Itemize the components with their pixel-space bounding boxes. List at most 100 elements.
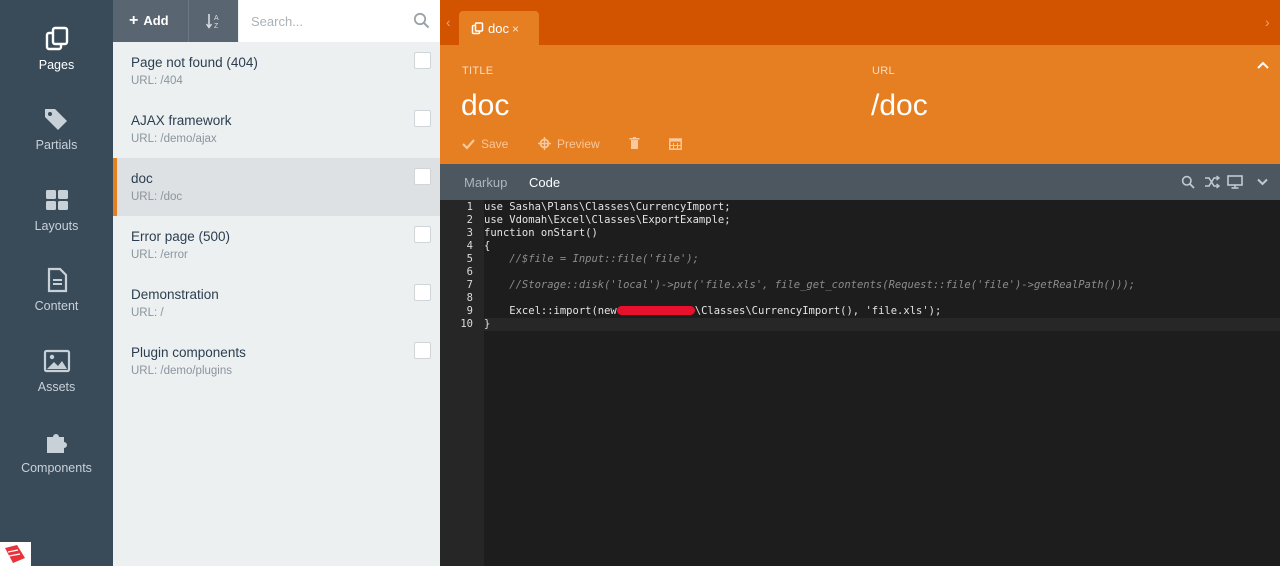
trash-icon bbox=[629, 137, 640, 149]
tab-label: doc bbox=[488, 21, 509, 36]
nav-item-layouts[interactable]: Layouts bbox=[0, 187, 113, 257]
nav-label: Assets bbox=[37, 380, 76, 394]
page-row-active[interactable]: doc URL: /doc bbox=[113, 158, 440, 216]
monitor-icon[interactable] bbox=[1227, 175, 1243, 189]
row-checkbox[interactable] bbox=[414, 168, 431, 185]
page-row[interactable]: Error page (500) URL: /error bbox=[113, 216, 440, 274]
layouts-icon bbox=[45, 190, 68, 210]
calendar-icon bbox=[669, 138, 682, 150]
form-header: TITLE doc URL /doc Save Preview bbox=[440, 45, 1280, 164]
page-url: URL: /demo/ajax bbox=[131, 133, 217, 145]
search-icon[interactable] bbox=[1181, 175, 1195, 189]
line-number-gutter: 1 2 3 4 5 6 7 8 9 10 bbox=[440, 200, 484, 566]
preview-label: Preview bbox=[557, 137, 600, 151]
crosshair-icon bbox=[538, 137, 551, 150]
pages-icon bbox=[45, 26, 68, 51]
title-label: TITLE bbox=[462, 65, 494, 77]
search-icon[interactable] bbox=[413, 12, 430, 29]
code-editor[interactable]: use Sasha\Plans\Classes\CurrencyImport; … bbox=[484, 200, 1280, 566]
line-number: 7 bbox=[466, 279, 473, 291]
code-fragment: Excel::import(new bbox=[484, 305, 617, 317]
save-button[interactable]: Save bbox=[462, 137, 508, 151]
nav-label: Components bbox=[21, 461, 92, 475]
line-number: 10 bbox=[460, 318, 473, 330]
row-checkbox[interactable] bbox=[414, 110, 431, 127]
close-icon[interactable]: × bbox=[512, 22, 519, 36]
document-icon bbox=[47, 267, 67, 293]
nav-label: Pages bbox=[38, 58, 75, 72]
line-number: 1 bbox=[466, 201, 473, 213]
plus-icon: + bbox=[129, 12, 139, 29]
row-checkbox[interactable] bbox=[414, 284, 431, 301]
search-input[interactable] bbox=[239, 0, 409, 42]
page-row[interactable]: Plugin components URL: /demo/plugins bbox=[113, 332, 440, 390]
shuffle-icon[interactable] bbox=[1204, 175, 1220, 189]
chevron-left-icon[interactable]: ‹ bbox=[446, 14, 451, 30]
add-button[interactable]: + Add bbox=[113, 0, 188, 42]
code-line: use Sasha\Plans\Classes\CurrencyImport; bbox=[484, 201, 731, 213]
preview-button[interactable]: Preview bbox=[538, 137, 600, 151]
page-url: URL: /404 bbox=[131, 75, 183, 87]
tab-bar: ‹ › doc × bbox=[440, 0, 1280, 45]
url-field[interactable]: /doc bbox=[871, 89, 928, 123]
page-row[interactable]: Page not found (404) URL: /404 bbox=[113, 42, 440, 100]
nav-label: Layouts bbox=[34, 219, 79, 233]
line-number: 4 bbox=[466, 240, 473, 252]
page-url: URL: /demo/plugins bbox=[131, 365, 232, 377]
code-line: function onStart() bbox=[484, 227, 598, 239]
page-title: Demonstration bbox=[131, 287, 219, 302]
chevron-down-icon[interactable] bbox=[1256, 176, 1269, 188]
nav-item-pages[interactable]: Pages bbox=[0, 26, 113, 96]
url-label: URL bbox=[872, 65, 895, 77]
tab-code[interactable]: Code bbox=[529, 175, 560, 190]
image-icon bbox=[43, 349, 70, 373]
nav-item-components[interactable]: Components bbox=[0, 429, 113, 499]
nav-item-content[interactable]: Content bbox=[0, 267, 113, 337]
nav-label: Partials bbox=[35, 138, 78, 152]
code-line: use Vdomah\Excel\Classes\ExportExample; bbox=[484, 214, 731, 226]
save-label: Save bbox=[481, 137, 509, 151]
chevron-right-icon[interactable]: › bbox=[1265, 14, 1270, 30]
page-title: AJAX framework bbox=[131, 113, 232, 128]
redaction-mark bbox=[616, 306, 695, 315]
page-url: URL: /doc bbox=[131, 191, 183, 203]
page-row[interactable]: AJAX framework URL: /demo/ajax bbox=[113, 100, 440, 158]
line-number: 9 bbox=[466, 305, 473, 317]
tab-markup[interactable]: Markup bbox=[464, 175, 507, 190]
code-line-import: Excel::import(new \Classes\CurrencyImport… bbox=[484, 305, 1280, 318]
nav-item-assets[interactable]: Assets bbox=[0, 348, 113, 418]
row-checkbox[interactable] bbox=[414, 52, 431, 69]
sort-button[interactable]: AZ bbox=[188, 0, 238, 42]
pages-icon bbox=[471, 22, 484, 35]
code-fragment: \Classes\CurrencyImport(), 'file.xls'); bbox=[694, 305, 942, 317]
main-nav: Pages Partials Layouts Content Assets Co… bbox=[0, 0, 113, 566]
schedule-button[interactable] bbox=[669, 137, 688, 151]
code-comment-line: //$file = Input::file('file'); bbox=[484, 253, 699, 265]
chevron-up-icon[interactable] bbox=[1256, 59, 1270, 73]
page-title: doc bbox=[131, 171, 153, 186]
add-label: Add bbox=[143, 13, 169, 28]
page-url: URL: /error bbox=[131, 249, 188, 261]
puzzle-icon bbox=[46, 434, 67, 453]
line-number: 2 bbox=[466, 214, 473, 226]
row-checkbox[interactable] bbox=[414, 226, 431, 243]
line-number: 8 bbox=[466, 292, 473, 304]
page-row[interactable]: Demonstration URL: / bbox=[113, 274, 440, 332]
delete-button[interactable] bbox=[629, 137, 646, 151]
line-number: 6 bbox=[466, 266, 473, 278]
tab-doc[interactable]: doc × bbox=[459, 11, 539, 45]
search-box bbox=[239, 0, 440, 42]
page-url: URL: / bbox=[131, 307, 164, 319]
title-field[interactable]: doc bbox=[461, 89, 509, 123]
tags-icon bbox=[44, 109, 67, 130]
page-title: Error page (500) bbox=[131, 229, 231, 244]
svg-text:A: A bbox=[214, 15, 219, 22]
code-tabs-bar: Markup Code bbox=[440, 164, 1280, 200]
nav-item-partials[interactable]: Partials bbox=[0, 106, 113, 176]
row-checkbox[interactable] bbox=[414, 342, 431, 359]
code-line-current: } bbox=[484, 318, 1280, 331]
line-number: 5 bbox=[466, 253, 473, 265]
svg-text:Z: Z bbox=[214, 23, 219, 30]
